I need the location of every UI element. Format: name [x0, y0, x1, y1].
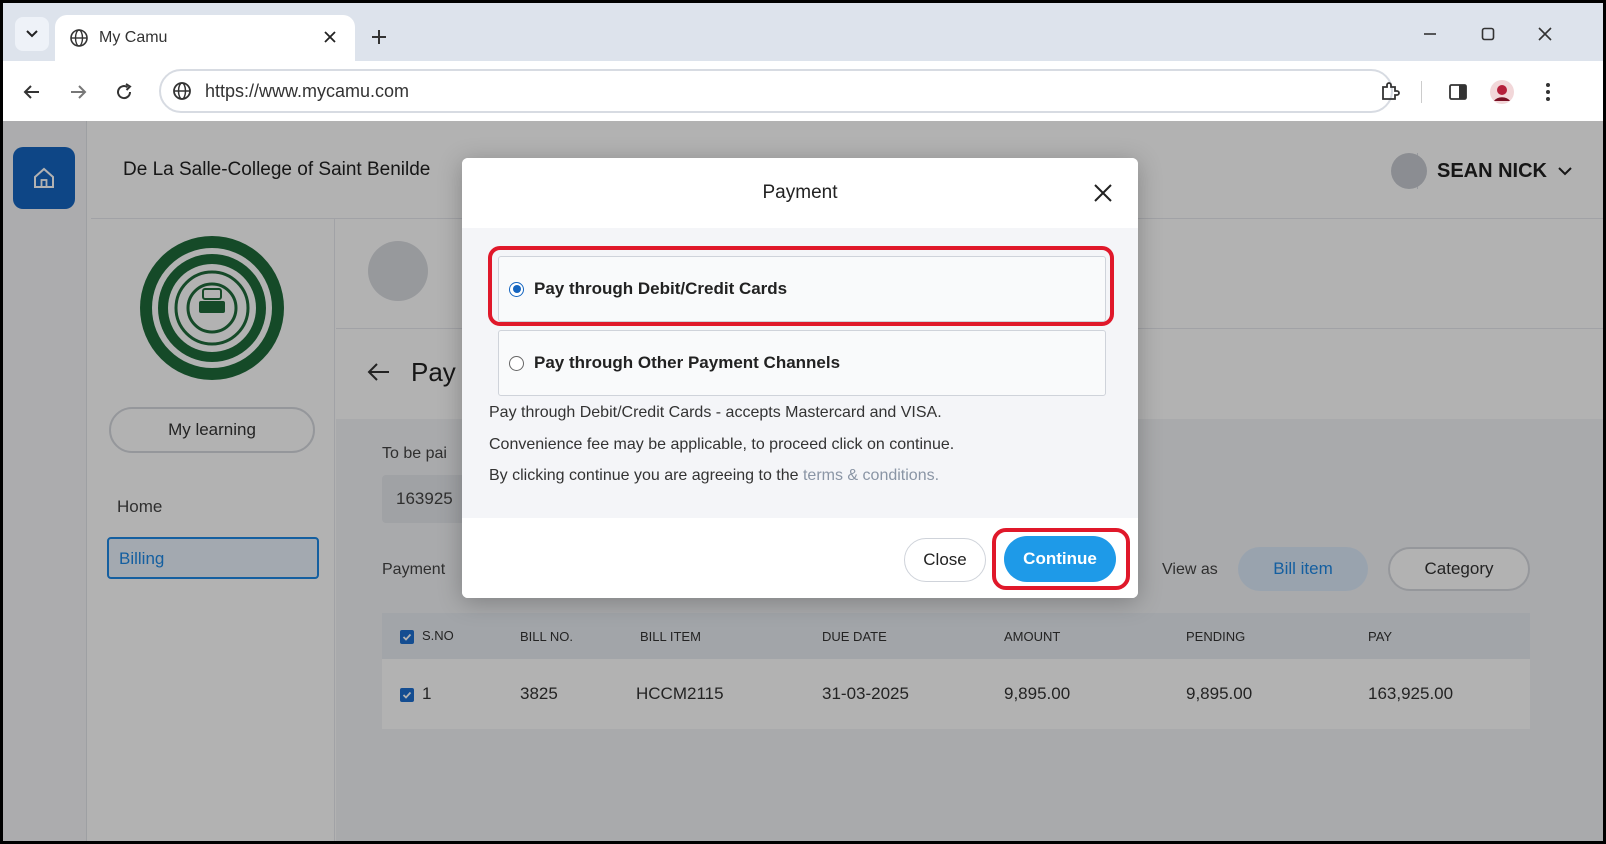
arrow-left-icon — [23, 85, 39, 99]
browser-toolbar: https://www.mycamu.com — [3, 61, 1603, 121]
profile-button[interactable] — [1485, 75, 1519, 109]
side-panel-button[interactable] — [1441, 75, 1475, 109]
screenshot-frame: My Camu https://www.mycamu.com De La Sal… — [3, 3, 1603, 841]
info-text-cards: Pay through Debit/Credit Cards - accepts… — [489, 404, 942, 421]
chevron-down-icon — [26, 30, 38, 38]
maximize-button[interactable] — [1473, 19, 1503, 49]
extensions-button[interactable] — [1373, 75, 1407, 109]
browser-menu-button[interactable] — [1531, 75, 1565, 109]
close-icon — [324, 31, 336, 43]
puzzle-icon — [1382, 82, 1400, 100]
minimize-button[interactable] — [1415, 19, 1445, 49]
payment-modal: Payment Pay through Debit/Credit Cards P… — [462, 158, 1138, 598]
close-icon — [1094, 184, 1112, 202]
toolbar-separator — [1421, 81, 1422, 103]
option-debit-credit-label: Pay through Debit/Credit Cards — [534, 279, 788, 298]
site-info-icon — [173, 82, 191, 100]
radio-other-channels[interactable] — [509, 355, 524, 371]
window-close-button[interactable] — [1530, 19, 1560, 49]
option-other-channels-label: Pay through Other Payment Channels — [534, 353, 841, 372]
terms-link[interactable]: terms & conditions. — [803, 467, 939, 484]
radio-debit-credit-selected[interactable] — [509, 281, 524, 297]
close-button[interactable]: Close — [904, 538, 986, 582]
reload-button[interactable] — [107, 75, 141, 109]
info-text-terms: By clicking continue you are agreeing to… — [489, 467, 940, 484]
url-text: https://www.mycamu.com — [205, 81, 410, 101]
profile-avatar-icon — [1490, 80, 1514, 104]
side-panel-icon — [1449, 84, 1467, 100]
browser-tabstrip: My Camu — [3, 3, 1603, 61]
arrow-right-icon — [71, 85, 87, 99]
browser-tab[interactable]: My Camu — [55, 15, 355, 61]
kebab-menu-icon — [1546, 83, 1550, 101]
tab-title: My Camu — [99, 29, 168, 46]
address-bar[interactable]: https://www.mycamu.com — [159, 69, 1393, 113]
reload-icon — [117, 83, 132, 100]
info-text-fee: Convenience fee may be applicable, to pr… — [489, 436, 955, 453]
modal-footer: Close Continue — [462, 518, 1138, 598]
close-icon — [1538, 27, 1552, 41]
tab-search-button[interactable] — [15, 17, 49, 51]
back-button[interactable] — [15, 75, 49, 109]
modal-body: Pay through Debit/Credit Cards Pay throu… — [462, 228, 1138, 518]
modal-header: Payment — [462, 158, 1138, 228]
plus-icon — [372, 30, 386, 44]
option-debit-credit-cards[interactable]: Pay through Debit/Credit Cards — [498, 256, 1106, 322]
new-tab-button[interactable] — [363, 21, 395, 53]
globe-icon — [70, 29, 88, 47]
modal-title: Payment — [762, 182, 838, 203]
forward-button[interactable] — [61, 75, 95, 109]
minimize-icon — [1424, 33, 1436, 35]
continue-button[interactable]: Continue — [1004, 536, 1116, 582]
maximize-icon — [1481, 27, 1495, 41]
modal-close-button[interactable] — [1090, 180, 1116, 206]
tab-close-button[interactable] — [319, 26, 341, 48]
option-other-channels[interactable]: Pay through Other Payment Channels — [498, 330, 1106, 396]
